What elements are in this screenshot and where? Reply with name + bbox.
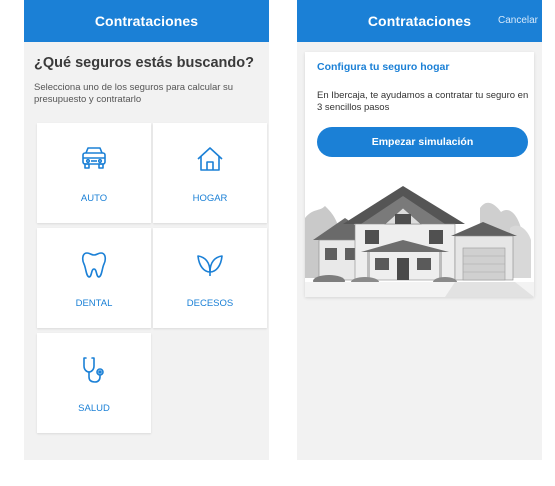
tile-label: SALUD bbox=[78, 403, 110, 414]
tile-label: AUTO bbox=[80, 193, 108, 204]
tile-dental[interactable]: DENTAL bbox=[37, 228, 151, 328]
tile-decesos[interactable]: DECESOS bbox=[153, 228, 267, 328]
tile-label: DECESOS bbox=[186, 298, 234, 309]
home-insurance-screen: Contrataciones Cancelar Configura tu seg… bbox=[297, 0, 542, 460]
card-description: En Ibercaja, te ayudamos a contratar tu … bbox=[317, 90, 529, 113]
page-question: ¿Qué seguros estás buscando? bbox=[34, 55, 254, 71]
tile-label: HOGAR bbox=[192, 193, 228, 204]
cancel-button[interactable]: Cancelar bbox=[498, 0, 538, 42]
insurance-selection-screen: Contrataciones ¿Qué seguros estás buscan… bbox=[24, 0, 269, 460]
tooth-icon bbox=[37, 250, 151, 280]
page-subtitle: Selecciona uno de los seguros para calcu… bbox=[34, 82, 234, 105]
card-title: Configura tu seguro hogar bbox=[317, 61, 450, 73]
house-illustration bbox=[305, 186, 534, 297]
stethoscope-icon bbox=[37, 355, 151, 385]
tile-salud[interactable]: SALUD bbox=[37, 333, 151, 433]
header-title: Contrataciones bbox=[94, 13, 199, 29]
tile-hogar[interactable]: HOGAR bbox=[153, 123, 267, 223]
start-simulation-button[interactable]: Empezar simulación bbox=[317, 127, 528, 157]
car-icon bbox=[37, 145, 151, 175]
tile-auto[interactable]: AUTO bbox=[37, 123, 151, 223]
home-insurance-card: Configura tu seguro hogar En Ibercaja, t… bbox=[305, 52, 534, 297]
app-header: Contrataciones Cancelar bbox=[297, 0, 542, 42]
house-icon bbox=[153, 145, 267, 175]
tile-label: DENTAL bbox=[75, 298, 113, 309]
app-header: Contrataciones bbox=[24, 0, 269, 42]
header-title: Contrataciones bbox=[367, 13, 472, 29]
leaves-icon bbox=[153, 250, 267, 280]
